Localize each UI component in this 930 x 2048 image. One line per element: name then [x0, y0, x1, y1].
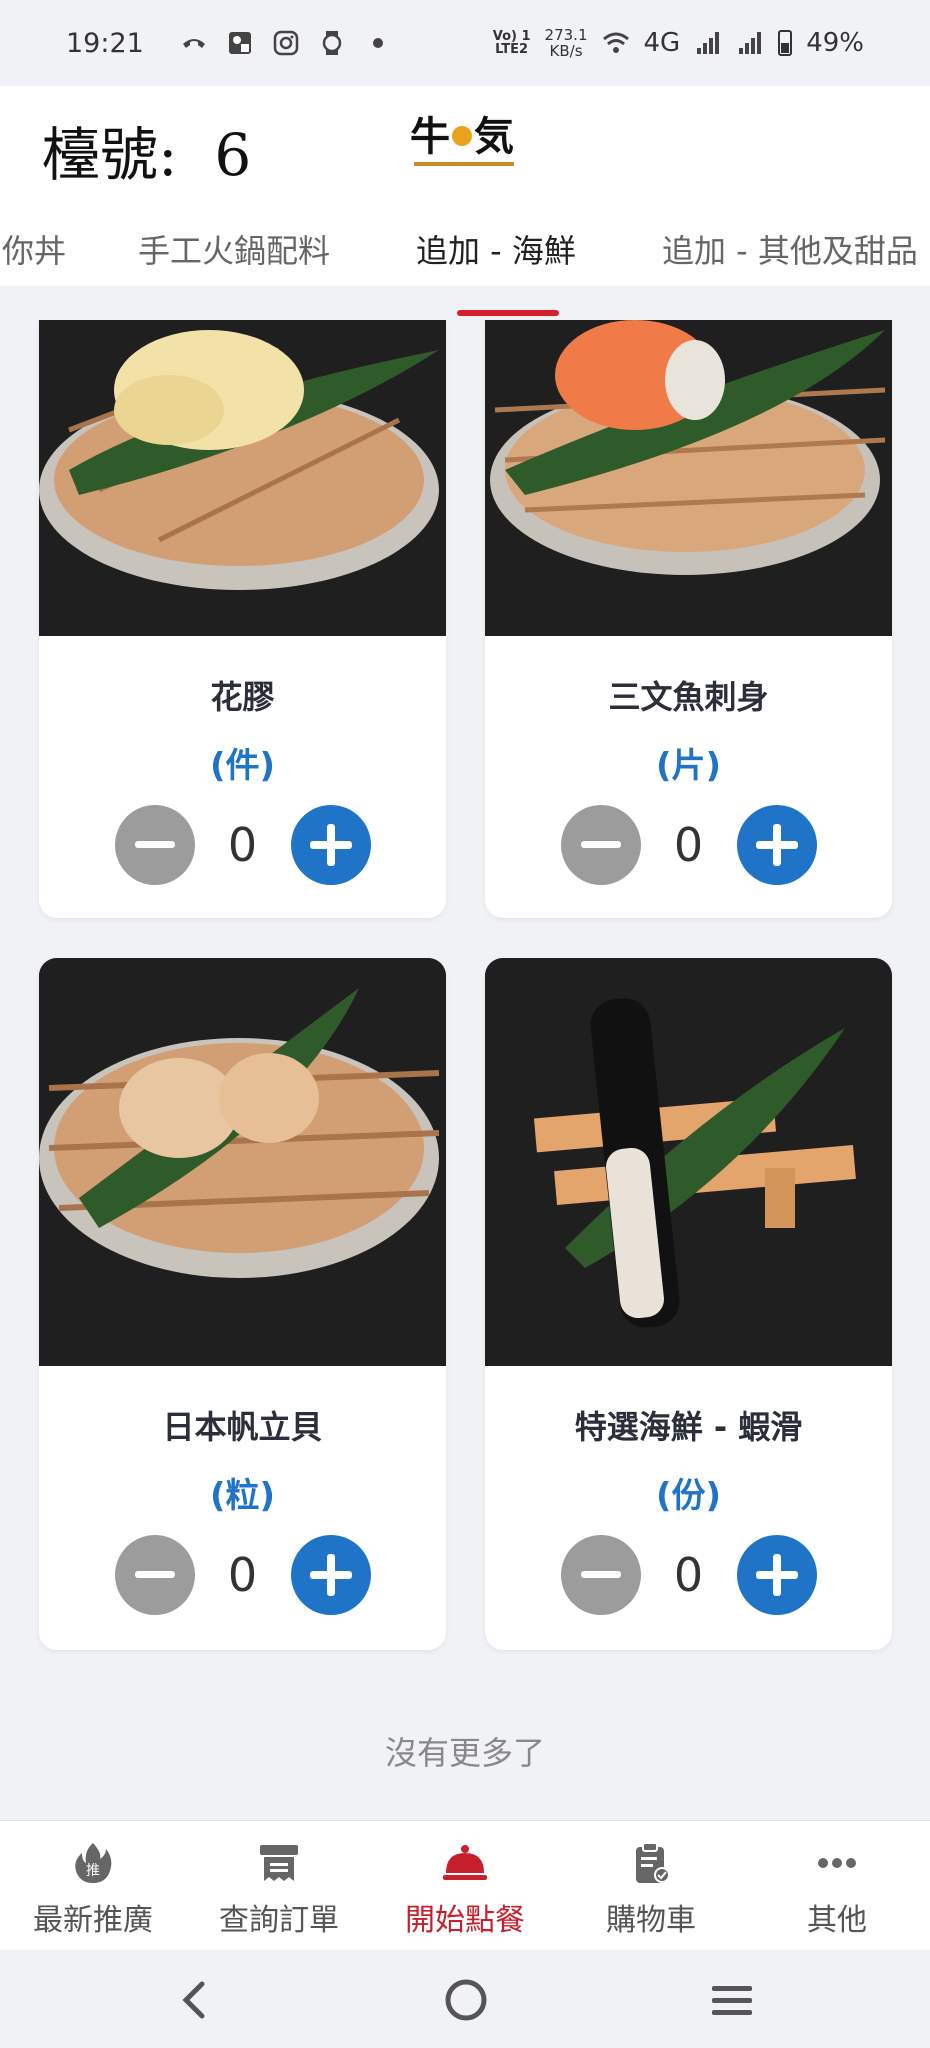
status-right: Vo) 1 LTE2 273.1 KB/s 4G 49% [493, 27, 864, 59]
promo-fire-icon: 推 [70, 1841, 116, 1885]
nav-label: 購物車 [606, 1903, 696, 1938]
decrease-button[interactable] [560, 1535, 641, 1615]
plus-icon [755, 1554, 798, 1596]
item-name: 花膠 [210, 678, 275, 716]
back-chevron-icon [182, 1981, 205, 2019]
decrease-button[interactable] [560, 805, 641, 885]
contact-card-icon [226, 29, 254, 57]
more-dots-icon [814, 1841, 860, 1885]
item-name: 三文魚刺身 [608, 678, 769, 716]
nav-item-more[interactable]: 其他 [744, 1821, 930, 1951]
nav-label: 其他 [807, 1903, 867, 1938]
minus-icon [580, 841, 621, 848]
menu-item-card: 三文魚刺身 (片) 0 [485, 320, 892, 918]
nav-label: 開始點餐 [405, 1903, 525, 1938]
quantity-value: 0 [227, 818, 258, 872]
scallop-photo [39, 958, 446, 1366]
svg-text:気: 気 [474, 113, 514, 160]
active-tab-indicator [457, 310, 559, 316]
back-button[interactable] [166, 1970, 226, 2030]
nav-item-promotions[interactable]: 推 最新推廣 [0, 1821, 186, 1951]
increase-button[interactable] [290, 1535, 371, 1615]
salmon-sashimi-photo [485, 320, 892, 636]
home-button[interactable] [436, 1970, 496, 2030]
volte-indicator: Vo) 1 LTE2 [492, 29, 531, 57]
item-unit: (片) [655, 746, 722, 786]
quantity-stepper: 0 [39, 1534, 446, 1616]
quantity-stepper: 0 [39, 804, 446, 886]
status-bar: 19:21 Vo) 1 LTE2 273.1 KB/s 4G 49% [0, 0, 930, 86]
list-end-text: 沒有更多了 [384, 1734, 545, 1772]
item-name: 日本帆立貝 [162, 1408, 323, 1446]
network-speed: 273.1 KB/s [544, 26, 588, 60]
quantity-stepper: 0 [485, 1534, 892, 1616]
nav-item-cart[interactable]: 購物車 [558, 1821, 744, 1951]
clipboard-check-icon [628, 1841, 674, 1885]
tab-add-seafood[interactable]: 追加 - 海鮮 [416, 226, 576, 272]
quantity-value: 0 [673, 1548, 704, 1602]
increase-button[interactable] [290, 805, 371, 885]
brand-logo: 牛 気 [408, 108, 520, 178]
minus-icon [580, 1571, 621, 1578]
menu-item-card: 特選海鮮 - 蝦滑 (份) 0 [485, 958, 892, 1650]
increase-button[interactable] [736, 1535, 817, 1615]
quantity-value: 0 [227, 1548, 258, 1602]
quantity-value: 0 [673, 818, 704, 872]
wifi-icon [602, 29, 630, 57]
shrimp-paste-photo [485, 958, 892, 1366]
nav-label: 最新推廣 [33, 1903, 153, 1938]
category-tabs: 你丼 手工火鍋配料 追加 - 海鮮 追加 - 其他及甜品 [0, 226, 930, 286]
system-navigation-bar [0, 1950, 930, 2048]
cloche-icon [442, 1841, 488, 1885]
decrease-button[interactable] [114, 1535, 195, 1615]
nav-label: 查詢訂單 [219, 1903, 339, 1938]
order-query-icon [256, 1841, 302, 1885]
battery-icon [778, 30, 793, 56]
item-unit: (粒) [209, 1476, 276, 1516]
menu-item-card: 花膠 (件) 0 [39, 320, 446, 918]
tab-donburi[interactable]: 你丼 [2, 226, 66, 272]
item-unit: (件) [209, 746, 276, 786]
table-label: 檯號: [42, 121, 178, 189]
fish-maw-photo [39, 320, 446, 636]
recent-apps-button[interactable] [702, 1970, 762, 2030]
menu-item-card: 日本帆立貝 (粒) 0 [39, 958, 446, 1650]
svg-text:牛: 牛 [410, 113, 450, 160]
battery-level: 49% [806, 28, 864, 58]
plus-icon [309, 824, 352, 866]
increase-button[interactable] [736, 805, 817, 885]
home-circle-icon [445, 1979, 487, 2021]
nav-item-start-ordering[interactable]: 開始點餐 [372, 1821, 558, 1951]
signal-icon-2 [736, 29, 764, 57]
notification-icons [180, 29, 392, 57]
minus-icon [134, 1571, 175, 1578]
signal-icon-1 [694, 29, 722, 57]
menu-lines-icon [712, 1986, 752, 2015]
tab-add-other-dessert[interactable]: 追加 - 其他及甜品 [662, 226, 918, 272]
watch-icon [318, 29, 346, 57]
app-header: 檯號: 6 牛 気 你丼 手工火鍋配料 追加 - 海鮮 追加 - 其他及甜品 [0, 86, 930, 286]
status-time: 19:21 [66, 27, 144, 59]
nav-item-orders[interactable]: 查詢訂單 [186, 1821, 372, 1951]
plus-icon [755, 824, 798, 866]
plus-icon [309, 1554, 352, 1596]
item-unit: (份) [655, 1476, 722, 1516]
notification-dot-icon [364, 29, 392, 57]
missed-call-icon [180, 29, 208, 57]
table-number: 檯號: 6 [42, 108, 251, 192]
network-type: 4G [643, 28, 681, 58]
table-number-value: 6 [214, 121, 252, 189]
tab-hotpot-ingredients[interactable]: 手工火鍋配料 [138, 226, 330, 272]
instagram-icon [272, 29, 300, 57]
svg-text:推: 推 [86, 1863, 100, 1879]
decrease-button[interactable] [114, 805, 195, 885]
bottom-navigation: 推 最新推廣 查詢訂單 開始點餐 購物車 其他 [0, 1820, 930, 1950]
item-name: 特選海鮮 - 蝦滑 [574, 1408, 803, 1446]
quantity-stepper: 0 [485, 804, 892, 886]
minus-icon [134, 841, 175, 848]
